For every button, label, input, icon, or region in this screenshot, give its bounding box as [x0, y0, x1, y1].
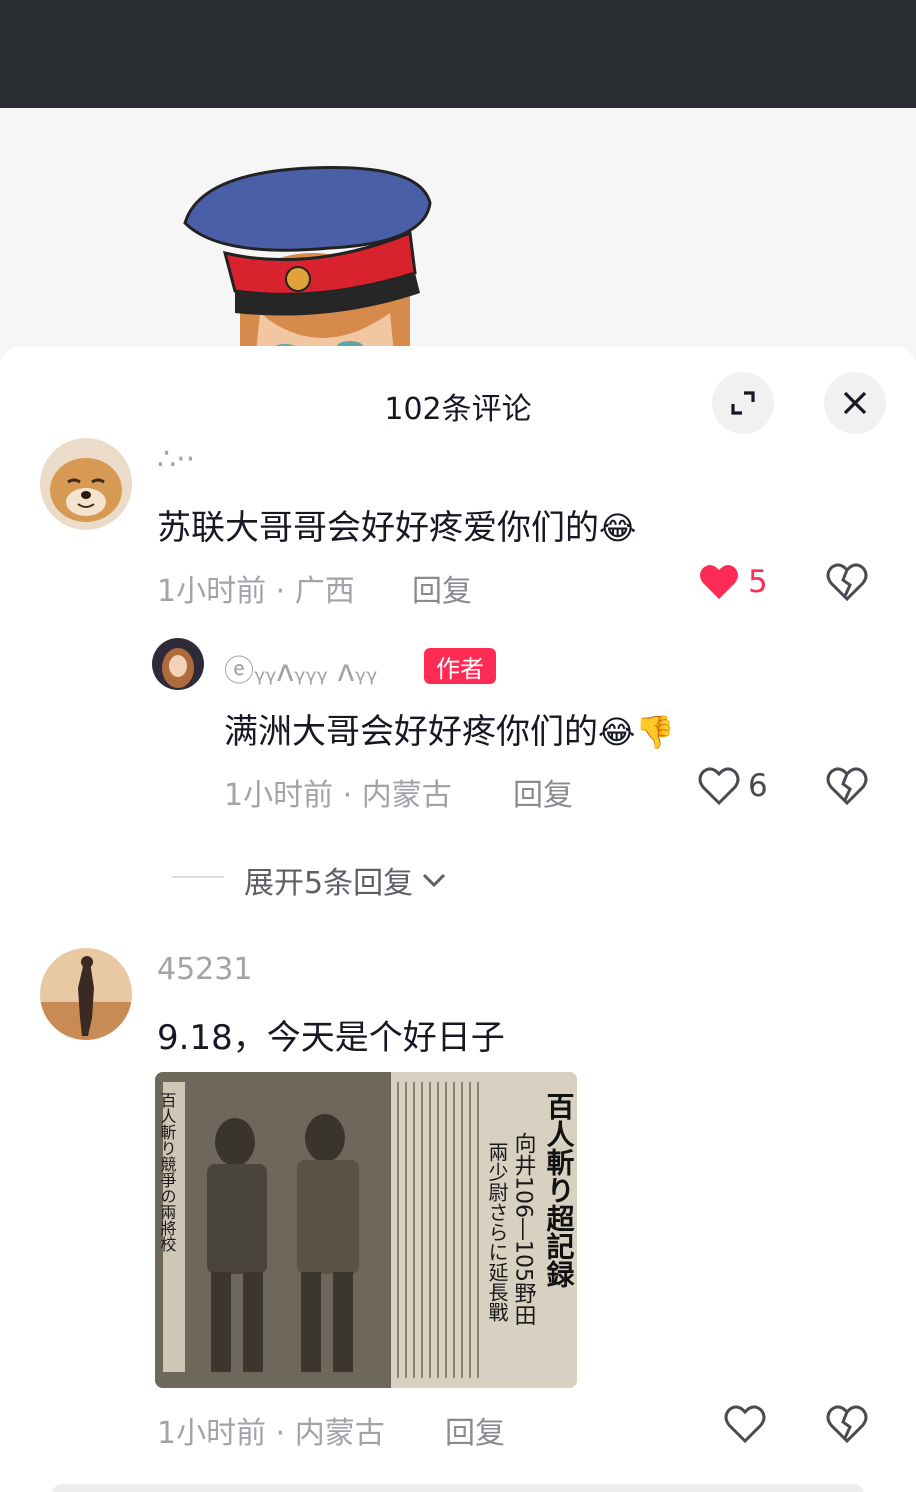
news-side-caption: 百人斬り競爭の兩將校: [158, 1092, 177, 1252]
dislike-button[interactable]: [826, 562, 868, 606]
comment-username[interactable]: 45231: [157, 952, 252, 987]
laughing-emoji: 😂: [599, 509, 637, 547]
close-icon: [843, 391, 867, 415]
expand-replies-label: 展开5条回复: [244, 866, 414, 901]
comment-time-location: 1小时前 · 内蒙古: [157, 1416, 385, 1451]
laughing-emoji: 😂: [598, 713, 636, 751]
comment-username[interactable]: ∴··: [157, 442, 195, 477]
news-sub2: 兩少尉さらに延長戰: [485, 1142, 509, 1322]
like-button[interactable]: 6: [698, 766, 768, 806]
reply-text: 满洲大哥会好好疼你们的😂👎: [224, 704, 675, 753]
comments-count-title: 102条评论: [384, 392, 532, 427]
reply-text-body: 满洲大哥会好好疼你们的: [224, 712, 598, 752]
reply-username[interactable]: ⓔᵧᵧᴧᵧᵧᵧ ᴧᵧᵧ: [224, 646, 377, 690]
broken-heart-icon: [826, 767, 868, 806]
comment-text-body: 苏联大哥哥会好好疼爱你们的: [157, 508, 599, 548]
like-button[interactable]: 5: [698, 562, 768, 602]
heart-filled-icon: [700, 564, 738, 599]
comments-header: 102条评论: [0, 346, 916, 456]
comment-input-bar[interactable]: [52, 1484, 864, 1492]
reply-button[interactable]: 回复: [412, 566, 472, 610]
news-sub1: 向井106―105野田: [511, 1132, 537, 1326]
status-bar: [0, 0, 916, 108]
cartoon-officer-image: [183, 165, 432, 360]
expand-divider: [172, 876, 224, 878]
comment-text: 9.18，今天是个好日子: [157, 1018, 505, 1058]
heart-outline-icon: [724, 1405, 766, 1444]
broken-heart-icon: [826, 563, 868, 602]
comment-time-location: 1小时前 · 广西: [157, 574, 355, 609]
comment-image[interactable]: 兩少尉さらに延長戰 向井106―105野田 百人斬り超記録 百人斬り競爭の兩將校: [155, 1072, 577, 1388]
thumbs-down-emoji: 👎: [635, 713, 676, 751]
expand-button[interactable]: [712, 372, 774, 434]
comment-text: 苏联大哥哥会好好疼爱你们的😂: [157, 500, 636, 549]
broken-heart-icon: [826, 1405, 868, 1444]
dislike-button[interactable]: [826, 766, 868, 810]
dislike-button[interactable]: [826, 1404, 868, 1448]
avatar[interactable]: [40, 438, 132, 530]
news-headline: 百人斬り超記録: [543, 1092, 576, 1288]
like-button[interactable]: [724, 1404, 766, 1444]
chevron-down-icon: [423, 873, 446, 888]
avatar[interactable]: [152, 638, 204, 690]
like-count: 5: [748, 564, 768, 600]
comments-sheet: 102条评论 ∴·· 苏联大哥哥会好好疼爱你们的😂 1小时前 · 广西 回复 5…: [0, 346, 916, 1492]
reply-button[interactable]: 回复: [513, 770, 573, 814]
expand-icon: [731, 391, 755, 415]
newspaper-photo: 兩少尉さらに延長戰 向井106―105野田 百人斬り超記録 百人斬り競爭の兩將校: [155, 1072, 577, 1388]
reply-time-location: 1小时前 · 内蒙古: [224, 778, 452, 813]
heart-outline-icon: [698, 767, 740, 806]
author-badge: 作者: [424, 648, 496, 684]
reply-button[interactable]: 回复: [445, 1408, 505, 1452]
like-count: 6: [748, 768, 768, 804]
expand-replies-button[interactable]: 展开5条回复: [244, 858, 447, 902]
close-button[interactable]: [824, 372, 886, 434]
avatar[interactable]: [40, 948, 132, 1040]
video-preview[interactable]: [0, 108, 916, 360]
